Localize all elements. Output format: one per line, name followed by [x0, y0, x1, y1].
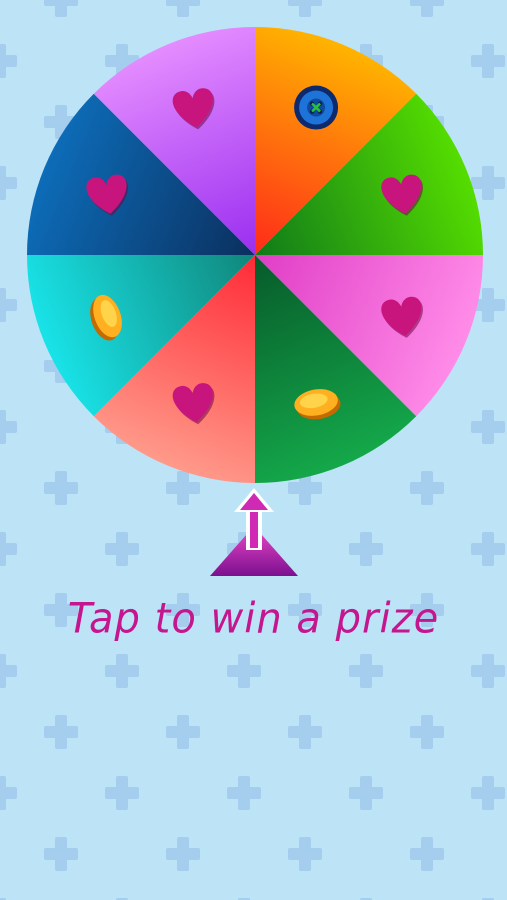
tap-to-win-prompt: Tap to win a prize	[67, 594, 440, 644]
game-screen[interactable]: { "background": { "color": "#bde3f7", "p…	[0, 0, 507, 900]
plus-icon	[288, 0, 322, 17]
plus-icon	[0, 654, 17, 688]
button-icon	[294, 85, 339, 130]
prize-wheel[interactable]	[27, 27, 483, 483]
plus-icon	[105, 654, 139, 688]
spin-pointer[interactable]	[208, 486, 300, 578]
plus-icon	[0, 410, 17, 444]
plus-icon	[349, 776, 383, 810]
plus-icon	[166, 837, 200, 871]
plus-icon	[349, 654, 383, 688]
plus-icon	[471, 654, 505, 688]
plus-icon	[227, 654, 261, 688]
plus-icon	[471, 532, 505, 566]
plus-icon	[0, 532, 17, 566]
plus-icon	[349, 532, 383, 566]
plus-icon	[288, 715, 322, 749]
plus-icon	[0, 166, 17, 200]
plus-icon	[410, 0, 444, 17]
plus-icon	[288, 837, 322, 871]
plus-icon	[44, 0, 78, 17]
plus-icon	[471, 776, 505, 810]
plus-icon	[0, 288, 17, 322]
plus-icon	[166, 0, 200, 17]
plus-icon	[227, 776, 261, 810]
plus-icon	[105, 532, 139, 566]
plus-icon	[44, 837, 78, 871]
plus-icon	[166, 715, 200, 749]
plus-icon	[0, 44, 17, 78]
plus-icon	[410, 715, 444, 749]
plus-icon	[0, 776, 17, 810]
plus-icon	[410, 837, 444, 871]
plus-icon	[44, 715, 78, 749]
plus-icon	[105, 776, 139, 810]
up-arrow-icon	[210, 488, 298, 576]
